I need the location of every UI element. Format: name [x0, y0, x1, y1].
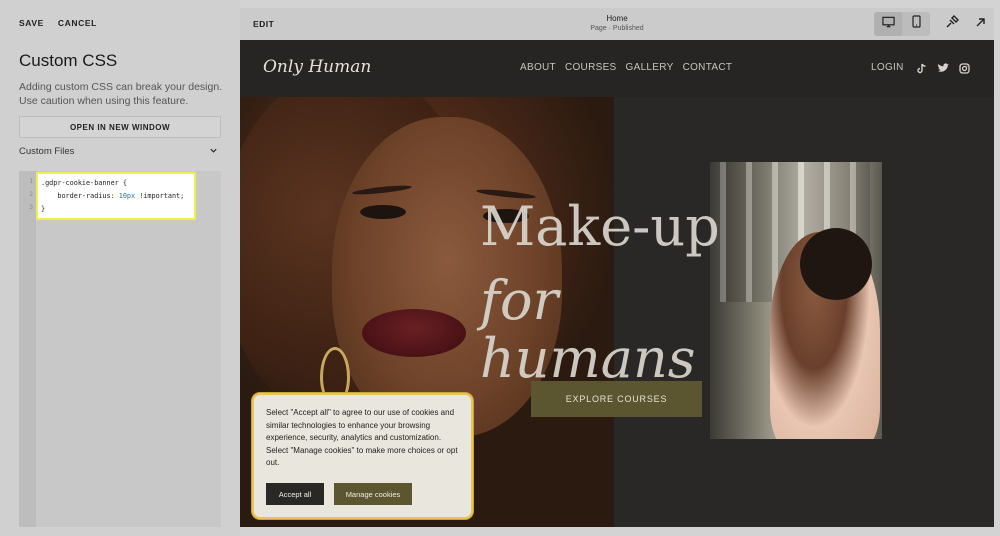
css-code-editor[interactable]: 1 2 3 .gdpr-cookie-banner { border-radiu…	[19, 171, 221, 527]
arrow-up-right-icon	[975, 15, 986, 33]
device-toggle	[874, 12, 930, 36]
eye-shape	[360, 205, 406, 219]
open-in-new-window-button[interactable]: OPEN IN NEW WINDOW	[19, 116, 221, 138]
code-line-close: }	[41, 205, 46, 213]
accept-all-button[interactable]: Accept all	[266, 483, 324, 505]
preview-topbar: EDIT Home Page · Published	[240, 8, 994, 40]
tiktok-icon[interactable]	[916, 62, 928, 74]
cancel-button[interactable]: CANCEL	[58, 18, 97, 28]
site-preview: Only Human ABOUT COURSES GALLERY CONTACT…	[240, 40, 994, 527]
code-highlight-box[interactable]: .gdpr-cookie-banner { border-radius: 10p…	[36, 172, 196, 220]
twitter-icon[interactable]	[937, 62, 949, 74]
site-header: Only Human ABOUT COURSES GALLERY CONTACT…	[240, 40, 994, 97]
social-links	[916, 62, 970, 74]
panel-description: Adding custom CSS can break your design.…	[19, 81, 223, 107]
nav-link-about[interactable]: ABOUT	[520, 62, 556, 73]
code-line-selector: .gdpr-cookie-banner {	[41, 179, 127, 187]
save-button[interactable]: SAVE	[19, 18, 44, 28]
nav-link-gallery[interactable]: GALLERY	[626, 62, 674, 73]
instagram-icon[interactable]	[958, 62, 970, 74]
open-site-button[interactable]	[966, 12, 994, 36]
paintbrush-icon	[945, 14, 959, 34]
nav-link-contact[interactable]: CONTACT	[683, 62, 733, 73]
code-important: !important;	[135, 192, 185, 200]
mobile-view-button[interactable]	[902, 12, 930, 36]
custom-files-label: Custom Files	[19, 146, 75, 157]
hero-title: Make-up	[480, 195, 720, 258]
cookie-banner-text: Select "Accept all" to agree to our use …	[266, 408, 458, 467]
code-value: 10px	[118, 192, 136, 200]
manage-cookies-button[interactable]: Manage cookies	[334, 483, 412, 505]
preview-tools	[874, 12, 994, 36]
design-button[interactable]	[938, 12, 966, 36]
code-line-property: border-radius: 10px !important;	[41, 190, 191, 203]
panel-title: Custom CSS	[19, 51, 118, 70]
line-number: 3	[29, 204, 33, 211]
line-number: 2	[29, 191, 33, 198]
line-number-gutter: 1 2 3	[19, 171, 36, 527]
site-nav: ABOUT COURSES GALLERY CONTACT	[520, 62, 732, 73]
mobile-icon	[911, 15, 921, 33]
code-property: border-radius:	[41, 192, 119, 200]
desktop-icon	[881, 15, 895, 33]
login-link[interactable]: LOGIN	[871, 62, 904, 73]
app-window: SAVE CANCEL Custom CSS Adding custom CSS…	[0, 0, 1000, 536]
cookie-banner: Select "Accept all" to agree to our use …	[252, 393, 473, 519]
desktop-view-button[interactable]	[874, 12, 902, 36]
site-logo[interactable]: Only Human	[263, 57, 371, 77]
hero-subtitle: for humans	[480, 269, 696, 390]
custom-css-panel: SAVE CANCEL Custom CSS Adding custom CSS…	[0, 0, 240, 536]
explore-courses-button[interactable]: EXPLORE COURSES	[531, 381, 702, 417]
panel-topbar: SAVE CANCEL	[19, 18, 97, 28]
custom-files-toggle[interactable]: Custom Files	[19, 146, 221, 158]
nav-link-courses[interactable]: COURSES	[565, 62, 617, 73]
lips-shape	[362, 309, 466, 357]
chevron-down-icon	[209, 146, 218, 158]
hair-shape	[800, 228, 872, 300]
cookie-banner-actions: Accept all Manage cookies	[266, 483, 412, 505]
line-number: 1	[29, 178, 33, 185]
